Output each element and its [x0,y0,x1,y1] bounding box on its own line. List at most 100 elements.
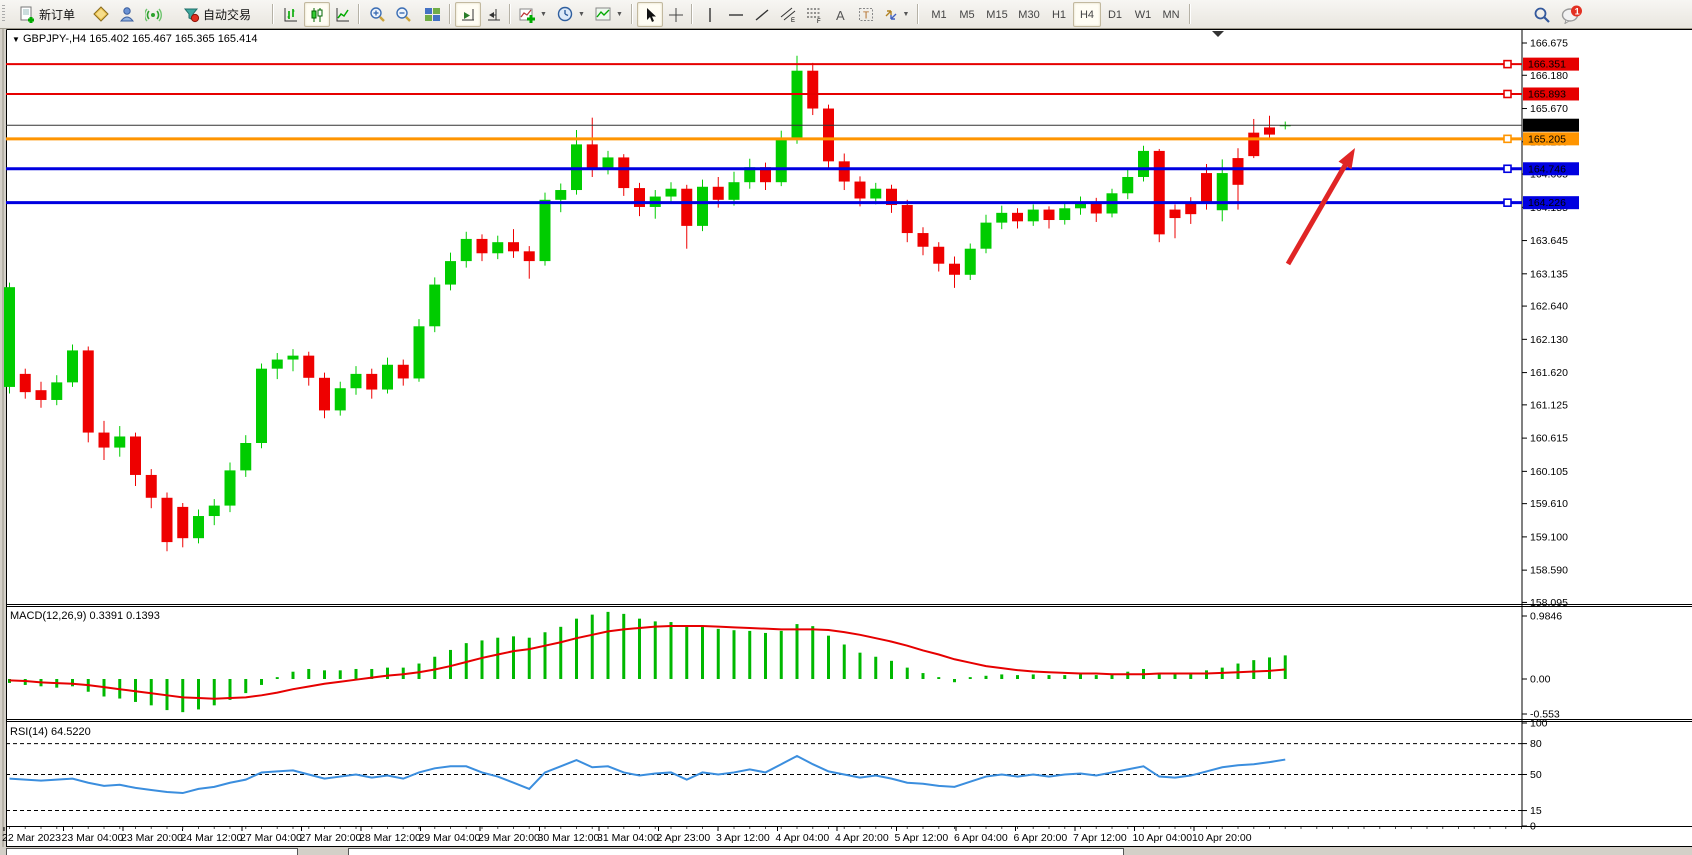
zoom-out-icon [395,6,412,23]
price-tick-label: 162.130 [1530,334,1568,346]
new-order-button[interactable]: 新订单 [7,2,87,27]
line-handle[interactable] [1504,135,1511,142]
bull-candle [603,157,614,167]
bear-candle [713,187,724,200]
bear-candle [807,71,818,109]
channel-button[interactable]: E [775,2,801,27]
tab-timeframe-m1[interactable]: M1 [925,2,953,27]
autotrading-button[interactable]: 自动交易 [166,2,268,27]
bear-candle [1012,213,1023,221]
bull-candle [351,374,362,388]
autotrading-label: 自动交易 [203,6,251,23]
time-label: 29 Mar 20:00 [478,832,540,844]
bear-candle [398,365,409,379]
fibonacci-button[interactable]: F [801,2,827,27]
svg-text:F: F [817,19,821,23]
chevron-down-icon: ▼ [578,11,585,18]
tab-timeframe-m5[interactable]: M5 [953,2,981,27]
separator [631,4,633,24]
time-label: 29 Mar 04:00 [419,832,481,844]
search-button[interactable] [1528,2,1556,27]
bear-candle [524,251,535,261]
person-icon [119,6,136,23]
rsi-axis-label: 50 [1530,769,1542,781]
svg-text:A: A [836,8,845,23]
macd-axis-label: 0.9846 [1530,611,1562,623]
community-button[interactable] [114,2,140,27]
text-button[interactable]: A [827,2,853,27]
time-label: 23 Mar 20:00 [121,832,183,844]
bull-candle [965,249,976,275]
tab-timeframe-m15[interactable]: M15 [981,2,1013,27]
bear-candle [823,109,834,162]
indicators-button[interactable]: ▼ [515,2,551,27]
tab-timeframe-h4[interactable]: H4 [1073,2,1101,27]
price-tag-label: 165.893 [1528,88,1566,100]
toolbar-grip[interactable] [2,5,5,23]
bar-chart-button[interactable] [278,2,304,27]
tab-timeframe-mn[interactable]: MN [1157,2,1185,27]
crosshair-button[interactable] [663,2,689,27]
zoom-in-button[interactable] [364,2,390,27]
price-tick-label: 166.180 [1530,70,1568,82]
zoom-out-button[interactable] [390,2,416,27]
line-chart-button[interactable] [330,2,356,27]
price-tick-label: 158.590 [1530,565,1568,577]
new-order-label: 新订单 [39,6,75,23]
tile-windows-button[interactable] [418,2,446,27]
price-tick-label: 161.125 [1530,399,1568,411]
price-tick-label: 166.675 [1530,38,1568,50]
periods-button[interactable]: ▼ [553,2,589,27]
tab-timeframe-m30[interactable]: M30 [1013,2,1045,27]
templates-button[interactable]: ▼ [591,2,627,27]
bar-chart-icon [283,7,299,23]
time-label: 22 Mar 2023 [2,832,61,844]
bull-candle [288,356,299,360]
line-handle[interactable] [1504,165,1511,172]
price-tick-label: 165.670 [1530,103,1568,115]
bear-candle [130,436,141,474]
chart-title: ▼ GBPJPY-,H4 165.402 165.467 165.365 165… [12,33,257,45]
tab-timeframe-w1[interactable]: W1 [1129,2,1157,27]
bull-candle [1217,173,1228,210]
cursor-button[interactable] [637,2,663,27]
line-handle[interactable] [1504,90,1511,97]
bull-candle [429,285,440,327]
collapse-triangle-icon[interactable]: ▼ [12,35,20,44]
bull-candle [870,189,881,199]
notification-badge: 1 [1575,6,1580,16]
vertical-line-button[interactable] [697,2,723,27]
candlestick-icon [309,7,325,23]
bear-candle [681,189,692,226]
signals-button[interactable] [140,2,166,27]
arrows-button[interactable]: ▼ [879,2,913,27]
label-button[interactable]: T [853,2,879,27]
bear-candle [162,498,173,542]
svg-text:E: E [791,18,795,23]
separator [509,4,511,24]
horizontal-line-button[interactable] [723,2,749,27]
auto-scroll-button[interactable] [455,2,481,27]
bear-candle [99,433,110,448]
bull-candle [996,213,1007,223]
macd-axis-label: 0.00 [1530,674,1551,686]
tab-timeframe-h1[interactable]: H1 [1045,2,1073,27]
tab-timeframe-d1[interactable]: D1 [1101,2,1129,27]
line-handle[interactable] [1504,61,1511,68]
line-handle[interactable] [1504,199,1511,206]
price-tick-label: 160.105 [1530,466,1568,478]
candlestick-chart-button[interactable] [304,2,330,27]
price-tick-label: 162.640 [1530,301,1568,313]
chart-canvas[interactable]: 166.675166.180165.670165.160164.665164.1… [0,0,1692,855]
metaeditor-button[interactable] [88,2,114,27]
trendline-button[interactable] [749,2,775,27]
bull-candle [666,189,677,197]
equidistant-channel-icon: E [780,6,797,23]
notifications-button[interactable]: 1 [1556,2,1588,27]
bull-candle [240,443,251,470]
tile-windows-icon [424,6,441,23]
chart-shift-button[interactable] [481,2,507,27]
bull-candle [792,71,803,139]
bear-candle [1264,127,1275,134]
bear-candle [303,356,314,378]
